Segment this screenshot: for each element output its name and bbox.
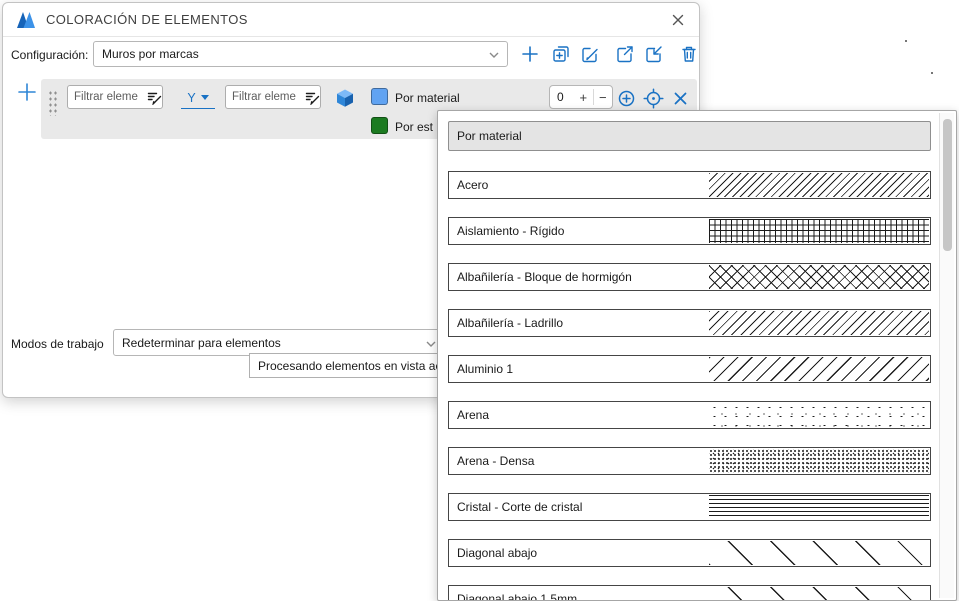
category-cube-icon[interactable] xyxy=(335,88,355,108)
state-color-label: Por est xyxy=(395,120,433,134)
spinner-increment-button[interactable]: + xyxy=(574,86,593,108)
configuration-select[interactable]: Muros por marcas xyxy=(93,41,508,67)
pattern-swatch xyxy=(709,449,929,473)
pattern-item[interactable]: Cristal - Corte de cristal xyxy=(448,493,931,521)
pattern-swatch xyxy=(709,495,929,519)
pattern-item-label: Albañilería - Bloque de hormigón xyxy=(457,264,632,290)
pattern-swatch xyxy=(709,541,929,565)
pattern-item-label: Albañilería - Ladrillo xyxy=(457,310,563,336)
import-configuration-icon[interactable] xyxy=(643,43,665,65)
work-modes-label: Modos de trabajo xyxy=(11,337,104,351)
operator-value: Y xyxy=(187,91,195,105)
pattern-list: Acero Aislamiento - Rígido Albañilería - B… xyxy=(448,171,931,600)
chevron-down-icon xyxy=(489,47,499,61)
pattern-item[interactable]: Diagonal abajo xyxy=(448,539,931,567)
pattern-item-label: Aluminio 1 xyxy=(457,356,513,382)
edit-configuration-icon[interactable] xyxy=(579,43,601,65)
pattern-item[interactable]: Diagonal abajo 1.5mm xyxy=(448,585,931,600)
material-color-chip[interactable] xyxy=(371,88,388,105)
pattern-item-label: Arena - Densa xyxy=(457,448,534,474)
delete-configuration-icon[interactable] xyxy=(678,43,700,65)
pattern-item-label: Cristal - Corte de cristal xyxy=(457,494,582,520)
pattern-swatch xyxy=(709,357,929,381)
select-elements-icon[interactable] xyxy=(617,89,636,108)
configuration-label: Configuración: xyxy=(11,48,88,62)
add-configuration-icon[interactable] xyxy=(519,43,541,65)
stray-pixel-dot xyxy=(931,72,933,74)
export-configuration-icon[interactable] xyxy=(614,43,636,65)
drag-handle[interactable] xyxy=(48,90,57,116)
status-text: Procesando elementos en vista ac xyxy=(258,359,441,373)
locate-elements-icon[interactable] xyxy=(643,88,664,109)
scrollbar-track[interactable] xyxy=(939,113,954,598)
stray-pixel-dot xyxy=(905,40,907,42)
work-modes-value: Redeterminar para elementos xyxy=(122,336,420,350)
pattern-swatch xyxy=(709,311,929,335)
pattern-item[interactable]: Aluminio 1 xyxy=(448,355,931,383)
pattern-item[interactable]: Arena - Densa xyxy=(448,447,931,475)
pattern-item-label: Diagonal abajo xyxy=(457,540,537,566)
scrollbar-thumb[interactable] xyxy=(943,119,952,251)
pattern-item[interactable]: Acero xyxy=(448,171,931,199)
add-row-button[interactable] xyxy=(15,80,39,104)
spinner-value[interactable]: 0 xyxy=(550,86,574,108)
filter-input-1[interactable] xyxy=(67,85,163,109)
pattern-item[interactable]: Albañilería - Ladrillo xyxy=(448,309,931,337)
pattern-swatch xyxy=(709,173,929,197)
configuration-value: Muros por marcas xyxy=(102,47,483,61)
material-color-label: Por material xyxy=(395,91,460,105)
duplicate-configuration-icon[interactable] xyxy=(550,43,572,65)
pattern-item[interactable]: Albañilería - Bloque de hormigón xyxy=(448,263,931,291)
pattern-swatch xyxy=(709,265,929,289)
pattern-item-label: Aislamiento - Rígido xyxy=(457,218,564,244)
pattern-item[interactable]: Aislamiento - Rígido xyxy=(448,217,931,245)
work-modes-select[interactable]: Redeterminar para elementos xyxy=(113,329,445,356)
operator-select[interactable]: Y xyxy=(181,87,215,109)
pattern-selected-item[interactable]: Por material xyxy=(448,121,931,151)
remove-row-icon[interactable] xyxy=(672,90,689,107)
desktop: COLORACIÓN DE ELEMENTOS Configuración: M… xyxy=(0,0,959,601)
spinner-decrement-button[interactable]: − xyxy=(594,86,613,108)
state-color-chip[interactable] xyxy=(371,117,388,134)
chevron-down-icon xyxy=(426,336,436,350)
pattern-item-label: Diagonal abajo 1.5mm xyxy=(457,586,577,600)
title-bar: COLORACIÓN DE ELEMENTOS xyxy=(3,3,699,37)
window-title: COLORACIÓN DE ELEMENTOS xyxy=(46,12,248,27)
pattern-swatch xyxy=(709,219,929,243)
transparency-spinner: 0 + − xyxy=(549,85,613,109)
pattern-dropdown-panel: Por material Acero Aislamiento - Rígido Al… xyxy=(437,110,957,601)
pattern-item-label: Acero xyxy=(457,172,488,198)
window-close-icon[interactable] xyxy=(669,11,687,29)
pattern-swatch xyxy=(709,403,929,427)
pattern-selected-label: Por material xyxy=(457,129,522,143)
filter-input-2[interactable] xyxy=(225,85,321,109)
pattern-item[interactable]: Arena xyxy=(448,401,931,429)
pattern-swatch xyxy=(709,587,929,600)
chevron-down-icon xyxy=(201,95,209,100)
app-logo-icon xyxy=(15,9,37,31)
pattern-item-label: Arena xyxy=(457,402,489,428)
